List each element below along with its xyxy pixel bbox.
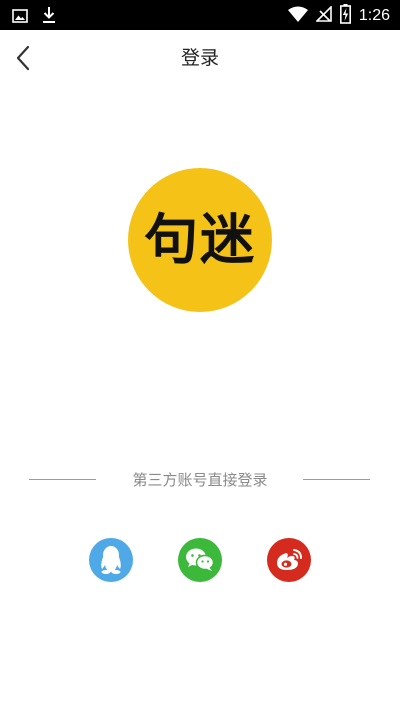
no-signal-icon: [314, 5, 332, 26]
logo-text: 句迷: [144, 208, 256, 271]
weibo-icon: [277, 549, 302, 570]
nav-bar: 登录: [0, 30, 400, 86]
wechat-login-button[interactable]: [178, 538, 222, 582]
app-logo: 句迷: [128, 168, 272, 312]
page-title: 登录: [180, 47, 219, 69]
qq-login-button[interactable]: [89, 538, 133, 582]
divider-left: [29, 479, 96, 480]
download-icon: [42, 6, 56, 28]
status-time: 1:26: [358, 7, 390, 24]
battery-charging-icon: [339, 4, 351, 28]
gallery-icon: [12, 8, 28, 27]
third-party-login-label: 第三方账号直接登录: [132, 471, 268, 489]
wifi-icon: [287, 6, 308, 26]
weibo-login-button[interactable]: [267, 538, 311, 582]
qq-penguin-icon: [101, 546, 121, 574]
status-bar: 1:26: [0, 0, 400, 30]
divider-right: [303, 479, 370, 480]
third-party-divider: 第三方账号直接登录: [0, 468, 400, 492]
wechat-icon: [186, 548, 215, 571]
